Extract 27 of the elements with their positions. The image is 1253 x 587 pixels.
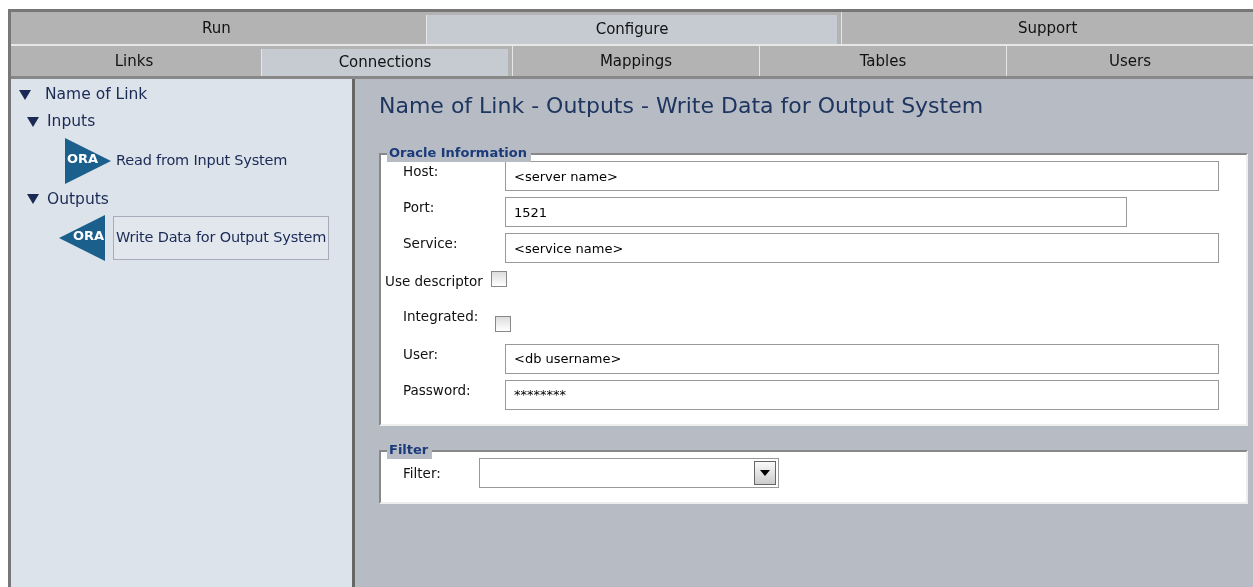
tab[interactable]: Configure xyxy=(425,15,838,44)
field-label: Filter: xyxy=(402,463,442,483)
page-title: Name of Link - Outputs - Write Data for Output System xyxy=(379,93,985,120)
tree-item[interactable]: Inputs xyxy=(47,110,96,134)
field-label: Use descriptor xyxy=(385,272,483,292)
checkbox[interactable] xyxy=(495,315,511,332)
field-label: Port: xyxy=(402,198,436,218)
input-field[interactable]: 1521 xyxy=(505,197,1127,228)
dropdown-button[interactable] xyxy=(754,460,776,485)
input-field[interactable]: ******** xyxy=(505,379,1219,410)
field-label: Host: xyxy=(402,162,440,182)
dropdown-field[interactable] xyxy=(479,457,779,488)
input-field[interactable]: <server name> xyxy=(505,161,1219,192)
input-field[interactable]: <service name> xyxy=(505,233,1219,264)
section-legend: Oracle Information xyxy=(387,144,531,163)
checkbox[interactable] xyxy=(490,271,507,288)
tab[interactable]: Connections xyxy=(261,49,508,76)
field-label: Password: xyxy=(402,380,472,400)
field-label: Integrated: xyxy=(402,306,480,326)
tree-item[interactable]: Read from Input System xyxy=(113,138,291,183)
caret-icon xyxy=(760,469,770,476)
tree-item[interactable]: Write Data for Output System xyxy=(113,215,330,260)
field-label: User: xyxy=(402,344,440,364)
field-label: Service: xyxy=(402,234,459,254)
tree-item[interactable]: Outputs xyxy=(47,187,109,211)
input-field[interactable]: <db username> xyxy=(505,343,1219,374)
tree-item[interactable]: Name of Link xyxy=(45,83,148,107)
